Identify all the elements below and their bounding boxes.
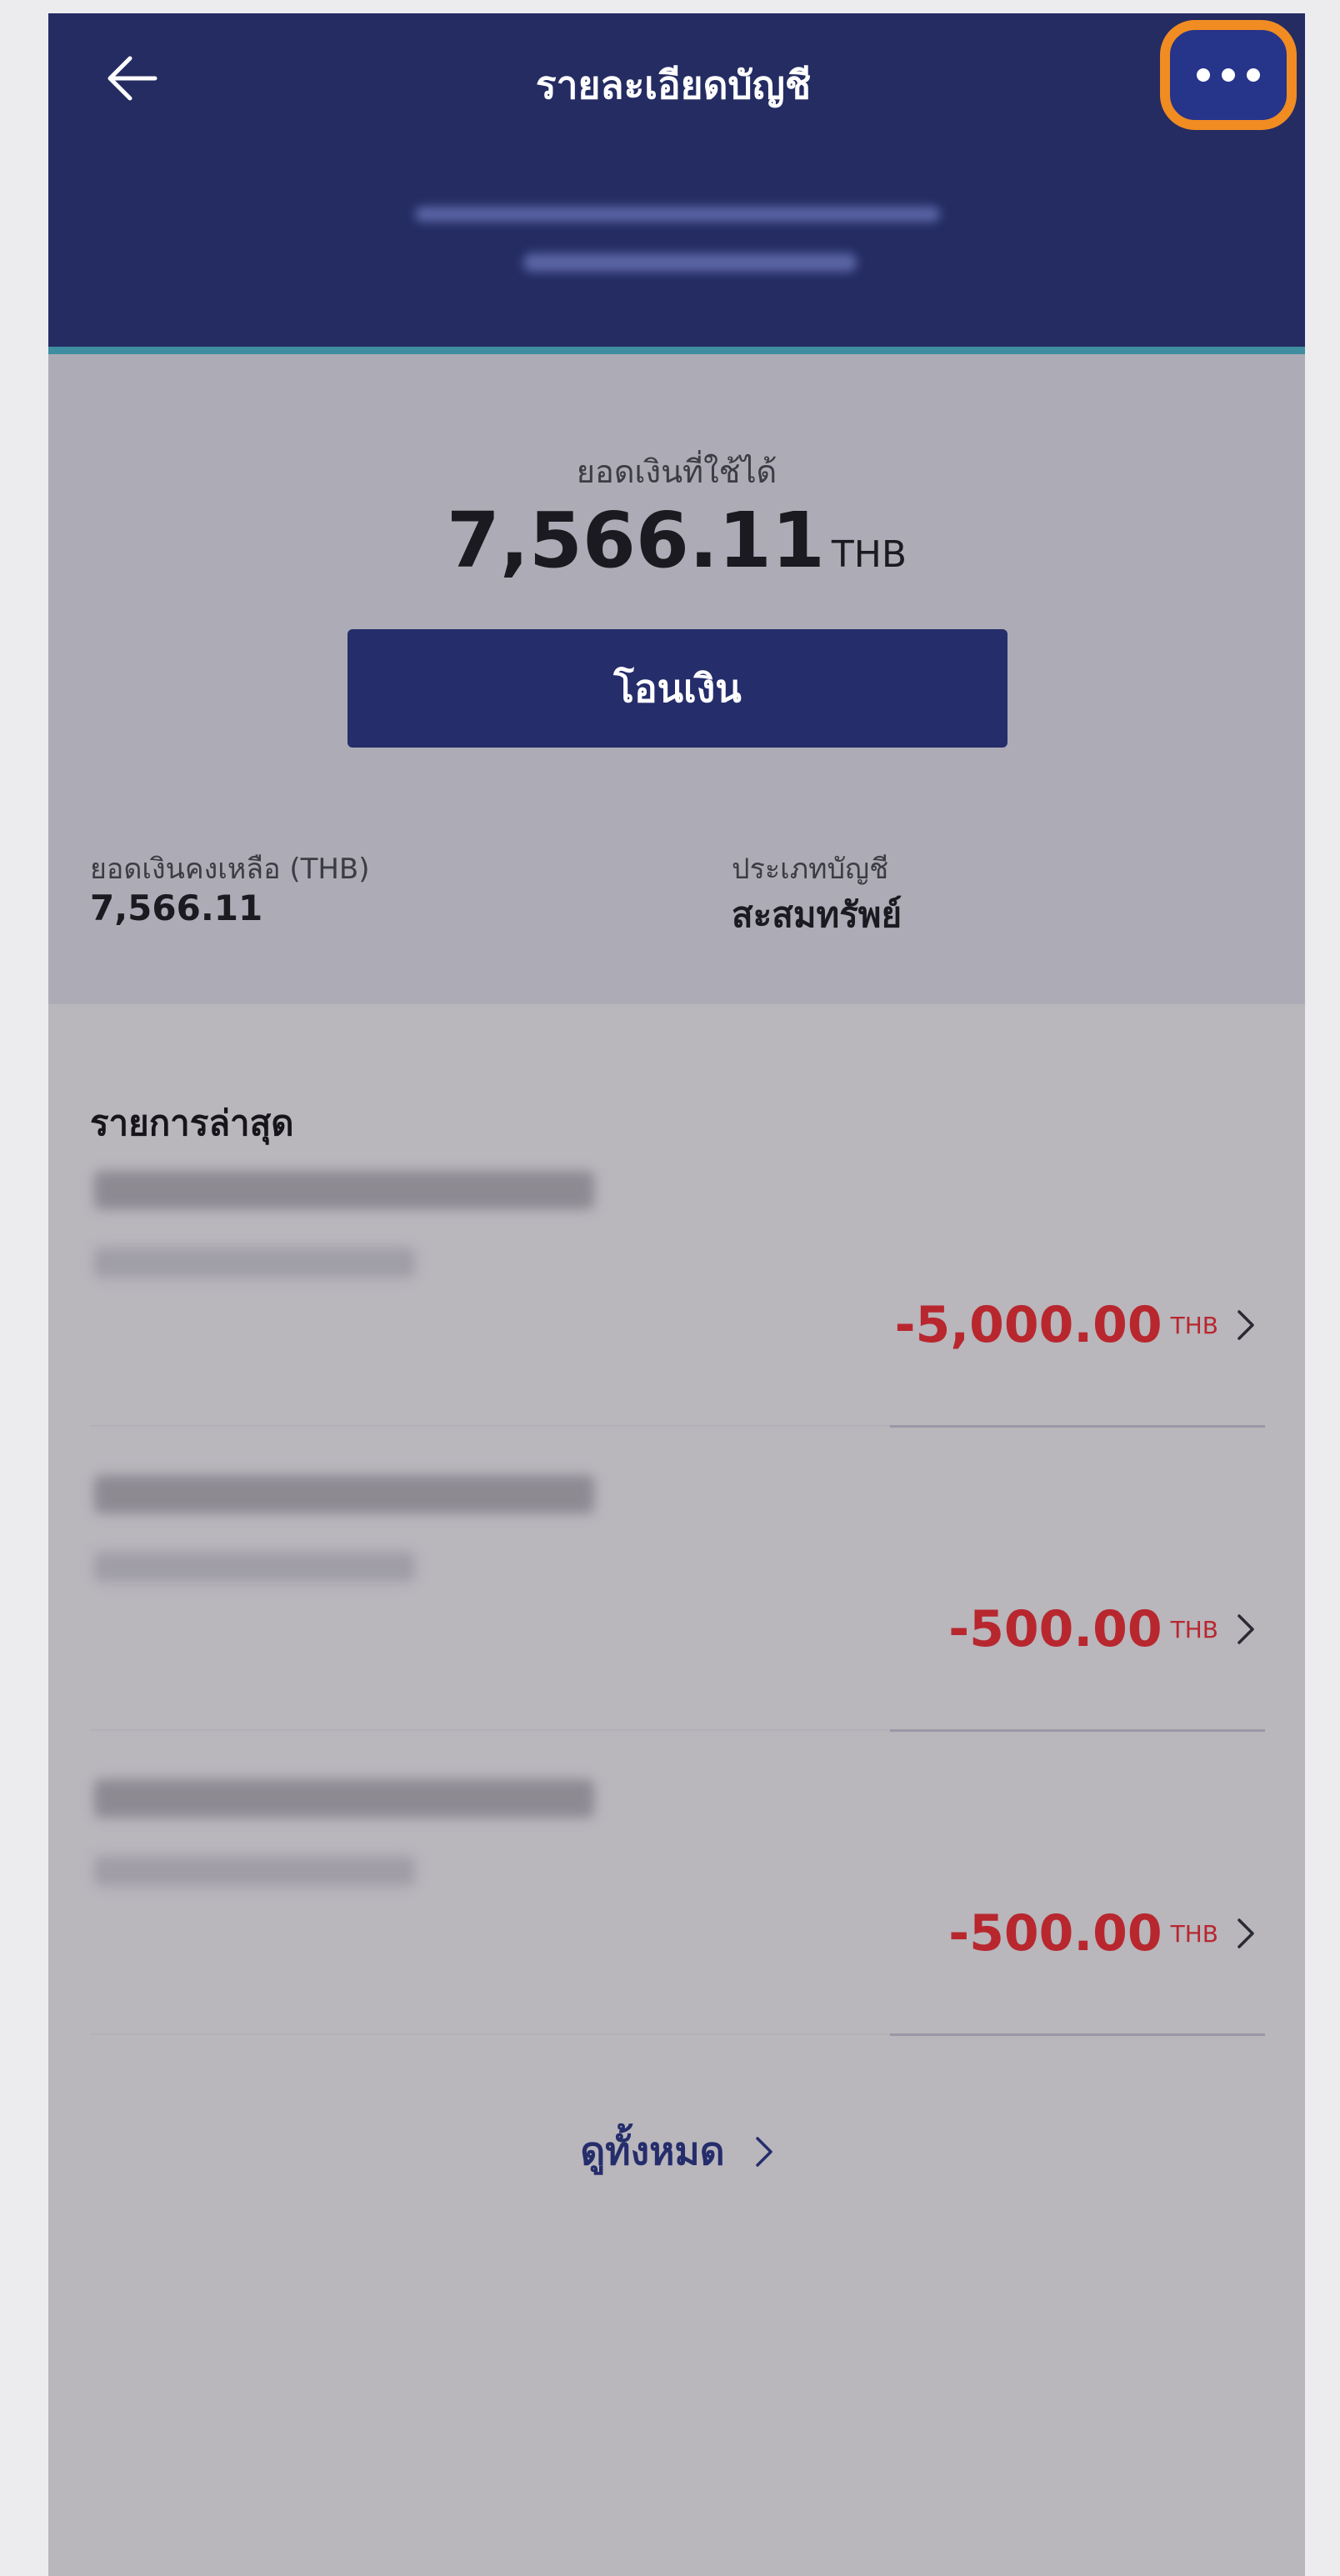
transfer-button[interactable]: โอนเงิน <box>348 629 1008 748</box>
row-divider-faint <box>90 2033 890 2035</box>
row-divider <box>890 1729 1265 1732</box>
transaction-amount-currency: THB <box>1170 1615 1218 1643</box>
row-divider-faint <box>90 1729 890 1731</box>
page-title: รายละเอียดบัญชี <box>535 63 812 108</box>
remaining-balance-label: ยอดเงินคงเหลือ (THB) <box>90 853 370 886</box>
transaction-description-redacted <box>94 1475 594 1513</box>
more-options-button[interactable] <box>1160 20 1297 130</box>
transaction-amount-value: -500.00 <box>948 1904 1162 1963</box>
transaction-date-redacted <box>94 1856 415 1886</box>
transaction-amount: -5,000.00 THB <box>895 1296 1255 1354</box>
transaction-date-redacted <box>94 1552 415 1582</box>
transaction-amount-currency: THB <box>1170 1919 1218 1948</box>
recent-transactions-section: รายการล่าสุด -5,000.00 THB -500.00 THB -… <box>48 1004 1305 2576</box>
row-divider <box>890 2033 1265 2036</box>
chevron-right-icon <box>755 2136 773 2168</box>
transaction-description-redacted <box>94 1779 594 1818</box>
account-number-redacted <box>523 253 857 272</box>
header-divider <box>48 347 1305 354</box>
back-button[interactable] <box>98 47 165 113</box>
transaction-amount: -500.00 THB <box>948 1600 1255 1658</box>
row-divider-faint <box>90 1425 890 1427</box>
account-type-value: สะสมทรัพย์ <box>732 894 902 935</box>
remaining-balance-value: 7,566.11 <box>90 888 263 928</box>
transaction-row[interactable]: -500.00 THB <box>48 1779 1305 2089</box>
phone-screen: รายละเอียดบัญชี ยอดเงินที่ใช้ได้ 7,566.1… <box>48 13 1305 2576</box>
transaction-amount-value: -5,000.00 <box>894 1296 1162 1354</box>
chevron-right-icon <box>1237 1613 1255 1645</box>
more-horizontal-icon <box>1197 68 1260 82</box>
chevron-right-icon <box>1237 1309 1255 1341</box>
available-balance-amount: 7,566.11 THB <box>48 496 1305 585</box>
transaction-amount-value: -500.00 <box>948 1600 1162 1658</box>
account-type-label: ประเภทบัญชี <box>732 853 889 886</box>
chevron-right-icon <box>1237 1918 1255 1949</box>
balance-section: ยอดเงินที่ใช้ได้ 7,566.11 THB โอนเงิน ยอด… <box>48 354 1305 1004</box>
transaction-row[interactable]: -5,000.00 THB <box>48 1171 1305 1481</box>
arrow-left-icon <box>105 55 158 105</box>
transaction-description-redacted <box>94 1171 594 1209</box>
account-name-redacted <box>415 207 940 222</box>
app-header: รายละเอียดบัญชี <box>48 13 1305 347</box>
recent-transactions-title: รายการล่าสุด <box>90 1103 294 1143</box>
view-all-button[interactable]: ดูทั้งหมด <box>48 2121 1305 2182</box>
row-divider <box>890 1425 1265 1428</box>
transaction-row[interactable]: -500.00 THB <box>48 1475 1305 1785</box>
transaction-amount: -500.00 THB <box>948 1904 1255 1963</box>
available-balance-value: 7,566.11 <box>446 496 825 585</box>
available-balance-label: ยอดเงินที่ใช้ได้ <box>576 453 778 490</box>
transaction-date-redacted <box>94 1248 415 1278</box>
view-all-label: ดูทั้งหมด <box>580 2128 725 2173</box>
available-balance-currency: THB <box>831 533 908 576</box>
transaction-amount-currency: THB <box>1170 1311 1218 1339</box>
